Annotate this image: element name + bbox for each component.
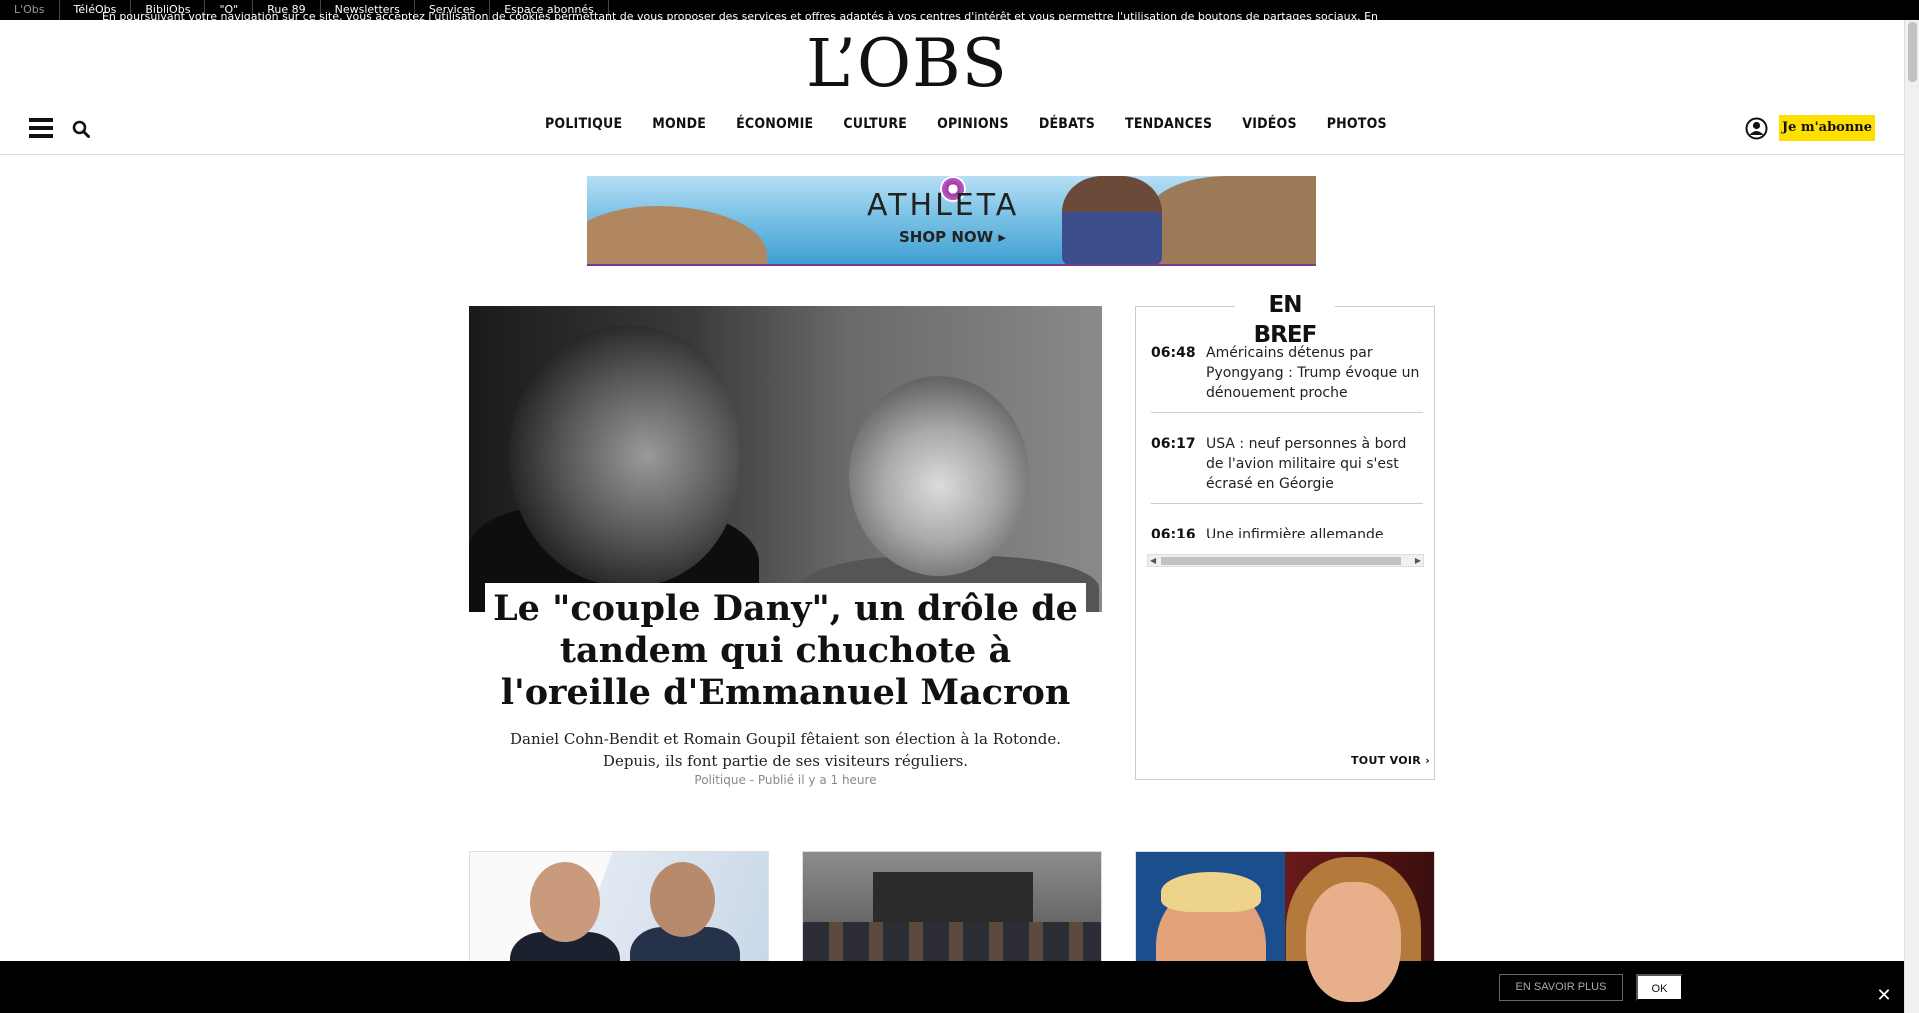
cookie-learn-more-button[interactable]: EN SAVOIR PLUS	[1499, 974, 1623, 1001]
en-bref-scrollbar[interactable]: ◀ ▶	[1147, 554, 1424, 567]
nav-item-debats[interactable]: DÉBATS	[1039, 116, 1095, 132]
en-bref-item[interactable]: 06:48 Américains détenus par Pyongyang :…	[1151, 338, 1423, 413]
ad-rock-left	[587, 206, 767, 264]
cookie-ok-button[interactable]: OK	[1636, 974, 1683, 1001]
ad-banner[interactable]: ATHLETA SHOP NOW ▸	[587, 176, 1316, 266]
main-article-summary: Daniel Cohn-Bendit et Romain Goupil fêta…	[510, 730, 1061, 770]
hamburger-icon[interactable]	[29, 118, 53, 138]
header-divider	[0, 154, 1904, 155]
cookie-banner-text: En poursuivant votre navigation sur ce s…	[95, 9, 1385, 41]
nav-item-videos[interactable]: VIDÉOS	[1242, 116, 1296, 132]
nav-item-tendances[interactable]: TENDANCES	[1125, 116, 1212, 132]
cookie-message: En poursuivant votre navigation sur ce s…	[101, 10, 1361, 23]
nav-item-economie[interactable]: ÉCONOMIE	[736, 116, 813, 132]
en-bref-see-all-link[interactable]: TOUT VOIR ›	[1351, 754, 1430, 767]
scroll-right-icon[interactable]: ▶	[1415, 556, 1421, 565]
ad-brand-name: ATHLETA	[867, 188, 1020, 223]
search-icon[interactable]	[72, 120, 90, 138]
nav-item-opinions[interactable]: OPINIONS	[937, 116, 1009, 132]
scroll-left-icon[interactable]: ◀	[1150, 556, 1156, 565]
nav-item-culture[interactable]: CULTURE	[843, 116, 907, 132]
page-scrollbar[interactable]	[1904, 20, 1919, 1013]
en-bref-list: 06:48 Américains détenus par Pyongyang :…	[1151, 338, 1423, 538]
nav-item-photos[interactable]: PHOTOS	[1327, 116, 1387, 132]
subscribe-button[interactable]: Je m'abonne	[1779, 115, 1875, 141]
scrollbar-thumb[interactable]	[1161, 557, 1401, 565]
ad-rock-right	[1147, 176, 1316, 264]
en-bref-text[interactable]: Une infirmière allemande kidnappée en So…	[1206, 525, 1423, 538]
en-bref-text[interactable]: USA : neuf personnes à bord de l'avion m…	[1206, 434, 1423, 494]
network-link-lobs[interactable]: L'Obs	[0, 0, 60, 20]
nav-item-monde[interactable]: MONDE	[652, 116, 706, 132]
en-bref-time: 06:48	[1151, 345, 1196, 361]
en-bref-item[interactable]: 06:16 Une infirmière allemande kidnappée…	[1151, 520, 1423, 538]
en-bref-item[interactable]: 06:17 USA : neuf personnes à bord de l'a…	[1151, 429, 1423, 504]
main-article-meta: Politique - Publié il y a 1 heure	[694, 773, 877, 787]
chevron-right-icon: ›	[1425, 754, 1431, 767]
nav-item-politique[interactable]: POLITIQUE	[545, 116, 622, 132]
en-bref-time: 06:16	[1151, 527, 1196, 538]
ad-model-image	[1062, 176, 1162, 264]
main-article-title[interactable]: Le "couple Dany", un drôle de tandem qui…	[485, 588, 1086, 714]
page-scrollbar-thumb[interactable]	[1908, 22, 1917, 82]
main-article-image[interactable]	[469, 306, 1102, 612]
main-nav: POLITIQUE MONDE ÉCONOMIE CULTURE OPINION…	[530, 116, 1402, 132]
close-icon[interactable]: ✕	[1875, 987, 1893, 1005]
en-bref-time: 06:17	[1151, 436, 1196, 452]
en-bref-see-all-label: TOUT VOIR	[1351, 754, 1422, 767]
user-icon[interactable]	[1745, 117, 1768, 140]
en-bref-text[interactable]: Américains détenus par Pyongyang : Trump…	[1206, 343, 1423, 403]
ad-shop-now[interactable]: SHOP NOW ▸	[899, 228, 1006, 246]
